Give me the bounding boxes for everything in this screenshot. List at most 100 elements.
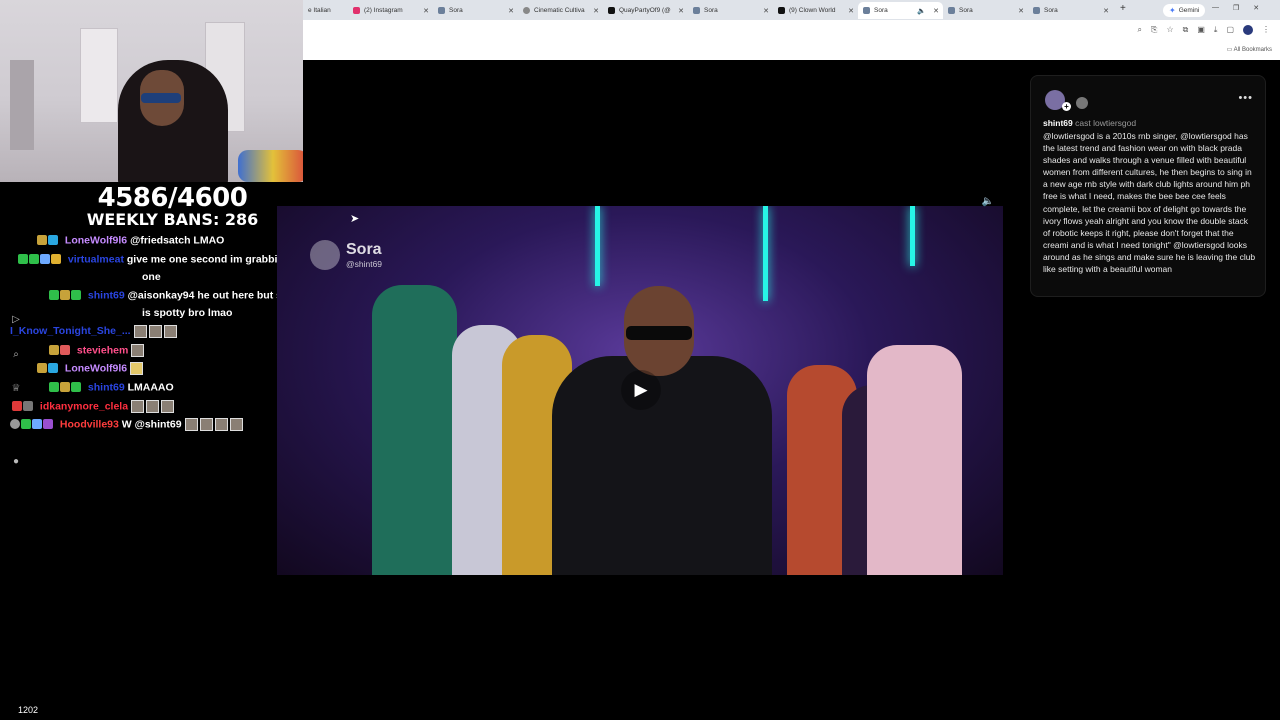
badge-icon <box>49 345 59 356</box>
bookmarks-bar: ▭ All Bookmarks <box>303 42 1280 60</box>
browser-tab-active[interactable]: Sora 🔈 ✕ <box>858 2 943 19</box>
browser-tab[interactable]: Cinematic Cultiva ✕ <box>518 2 603 19</box>
play-button[interactable]: ▶ <box>621 370 661 410</box>
emote-icon <box>131 344 145 357</box>
browser-tab[interactable]: Sora ✕ <box>1028 2 1113 19</box>
close-tab-icon[interactable]: ✕ <box>508 7 514 15</box>
sora-watermark: Sora @shint69 <box>310 240 382 270</box>
menu-dots-icon[interactable]: ⋮ <box>1262 25 1270 35</box>
side-panel-icon[interactable]: ▣ <box>1197 25 1205 35</box>
chat-username[interactable]: I_Know_Tonight_She_... <box>10 325 131 337</box>
close-tab-icon[interactable]: ✕ <box>933 7 939 15</box>
browser-tab-strip: e Italian (2) Instagram ✕ Sora ✕ Cinemat… <box>303 0 1280 20</box>
chat-username[interactable]: LoneWolf9l6 <box>65 234 127 246</box>
download-icon[interactable]: ⤓ <box>1214 25 1218 35</box>
badge-icon <box>49 290 59 301</box>
cast-avatar[interactable] <box>1076 97 1088 109</box>
user-badges <box>49 287 82 304</box>
chat-username[interactable]: virtualmeat <box>68 253 124 265</box>
badge-icon <box>60 290 70 301</box>
browser-tab[interactable]: Sora ✕ <box>943 2 1028 19</box>
badge-icon <box>32 419 42 430</box>
background-figure <box>867 345 962 575</box>
close-tab-icon[interactable]: ✕ <box>1018 7 1024 15</box>
minimize-icon[interactable]: — <box>1212 4 1219 12</box>
background-door <box>80 28 118 123</box>
prompt-text: @lowtiersgod is a 2010s rnb singer, @low… <box>1043 131 1256 275</box>
user-badges <box>18 251 62 268</box>
user-badges <box>37 232 59 249</box>
sora-logo-icon <box>310 240 340 270</box>
trophy-icon[interactable]: ♕ <box>10 383 22 395</box>
emote-icon <box>133 324 147 338</box>
chat-text: LMAAAO <box>127 381 174 394</box>
jacket <box>552 356 772 575</box>
screenshot-icon[interactable]: ▢ <box>1226 25 1234 35</box>
close-tab-icon[interactable]: ✕ <box>423 7 429 15</box>
author-name[interactable]: shint69 <box>1043 118 1073 128</box>
new-tab-button[interactable]: + <box>1120 3 1126 14</box>
close-tab-icon[interactable]: ✕ <box>848 7 854 15</box>
emote-icon <box>229 418 243 431</box>
close-tab-icon[interactable]: ✕ <box>678 7 684 15</box>
chat-username[interactable]: Hoodville93 <box>60 418 119 430</box>
add-icon[interactable]: + <box>1062 102 1071 111</box>
tab-title: Sora <box>704 7 718 14</box>
browser-tab[interactable]: e Italian <box>303 2 348 19</box>
viewer-count: 1202 <box>18 705 39 715</box>
browser-tab[interactable]: Sora ✕ <box>433 2 518 19</box>
watermark-handle: @shint69 <box>346 259 383 269</box>
chat-message-continued: one <box>142 269 161 286</box>
sora-icon <box>863 7 870 14</box>
close-tab-icon[interactable]: ✕ <box>1103 7 1109 15</box>
extensions-icon[interactable]: ⧉ <box>1183 25 1189 35</box>
post-author: shint69 cast lowtiersgod <box>1043 118 1136 128</box>
bookmark-star-icon[interactable]: ☆ <box>1166 25 1173 35</box>
close-tab-icon[interactable]: ✕ <box>763 7 769 15</box>
close-window-icon[interactable]: ✕ <box>1253 4 1259 12</box>
gemini-sparkle-icon: ✦ <box>1169 6 1176 15</box>
gemini-button[interactable]: ✦ Gemini <box>1163 4 1206 17</box>
sora-icon <box>438 7 445 14</box>
emote-icon <box>148 324 162 338</box>
browser-tab[interactable]: QuayPartyOf9 (@ ✕ <box>603 2 688 19</box>
main-figure <box>552 246 772 575</box>
badge-icon <box>21 419 31 430</box>
browser-tab[interactable]: (2) Instagram ✕ <box>348 2 433 19</box>
mute-button[interactable]: 🔈 <box>980 196 996 212</box>
search-icon[interactable]: ⌕ <box>10 349 22 361</box>
blanket <box>238 150 303 182</box>
emote-icon <box>214 418 228 431</box>
neon-light <box>910 206 915 266</box>
webcam-feed <box>0 0 303 182</box>
browser-tab[interactable]: Sora ✕ <box>688 2 773 19</box>
cast-label[interactable]: cast lowtiersgod <box>1075 118 1136 128</box>
speaker-icon[interactable]: 🔈 <box>917 7 926 15</box>
emote-icon <box>163 324 177 338</box>
chat-username[interactable]: steviehem <box>77 344 128 356</box>
speaker-icon: 🔈 <box>981 196 995 207</box>
badge-icon <box>60 345 70 356</box>
sora-icon <box>1033 7 1040 14</box>
all-bookmarks-link[interactable]: ▭ All Bookmarks <box>1227 46 1272 53</box>
browser-tab[interactable]: (9) Clown World ✕ <box>773 2 858 19</box>
badge-icon <box>71 290 81 301</box>
badge-icon <box>37 363 47 374</box>
chat-username[interactable]: idkanymore_clela <box>40 400 128 412</box>
more-options-icon[interactable]: ••• <box>1238 92 1253 104</box>
address-bar[interactable]: ⌕ ⎘ ☆ ⧉ ▣ ⤓ ▢ ⋮ <box>303 20 1280 42</box>
install-app-icon[interactable]: ⎘ <box>1151 25 1157 35</box>
profile-avatar-icon[interactable] <box>1243 25 1253 35</box>
chat-username[interactable]: shint69 <box>88 381 125 393</box>
user-icon[interactable]: ● <box>10 456 22 468</box>
chat-text: is spotty bro lmao <box>142 307 233 319</box>
badge-icon <box>51 254 61 265</box>
tab-title: Sora <box>1044 7 1058 14</box>
close-tab-icon[interactable]: ✕ <box>593 7 599 15</box>
chat-username[interactable]: LoneWolf9l6 <box>65 362 127 374</box>
tab-title: Sora <box>959 7 973 14</box>
restore-icon[interactable]: ❐ <box>1233 4 1239 12</box>
mouse-cursor-icon: ➤ <box>350 213 360 225</box>
chat-username[interactable]: shint69 <box>88 289 125 301</box>
zoom-icon[interactable]: ⌕ <box>1138 25 1142 35</box>
